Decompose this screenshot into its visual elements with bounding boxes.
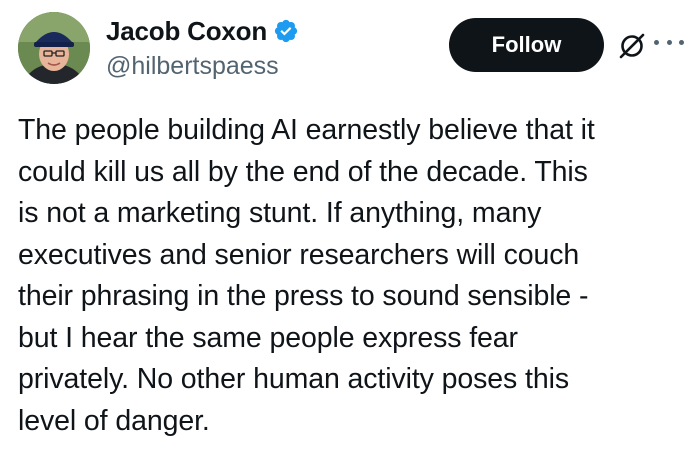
tweet-header: Jacob Coxon @hilbertspaess Follow	[18, 12, 684, 90]
dot-icon	[679, 39, 684, 45]
follow-button[interactable]: Follow	[449, 18, 604, 72]
tweet-text-line: The people building AI earnestly believe…	[18, 114, 595, 146]
tweet-text-line: is not a marketing stunt. If anything, m…	[18, 197, 542, 229]
tweet-text-line: but I hear the same people express fear	[18, 321, 518, 354]
tweet-card: Jacob Coxon @hilbertspaess Follow The pe…	[0, 0, 700, 470]
verified-badge-icon	[273, 18, 299, 44]
tweet-text-line: privately. No other human activity poses…	[18, 363, 569, 395]
tweet-text-line: executives and senior researchers will c…	[18, 238, 580, 271]
avatar-image	[18, 12, 90, 84]
avatar[interactable]	[18, 12, 90, 84]
slashed-circle-icon[interactable]	[616, 30, 648, 62]
tweet-text-line: level of danger.	[18, 404, 210, 437]
author-identity: Jacob Coxon @hilbertspaess	[106, 14, 299, 81]
dot-icon	[654, 39, 659, 45]
tweet-text-line: could kill us all by the end of the deca…	[18, 155, 588, 188]
more-horizontal-icon[interactable]	[654, 34, 684, 50]
author-handle[interactable]: @hilbertspaess	[106, 52, 299, 81]
tweet-text-line: their phrasing in the press to sound sen…	[18, 280, 589, 312]
name-row: Jacob Coxon	[106, 14, 299, 48]
tweet-text: The people building AI earnestly believe…	[18, 110, 688, 442]
dot-icon	[666, 39, 672, 45]
display-name[interactable]: Jacob Coxon	[106, 16, 267, 47]
